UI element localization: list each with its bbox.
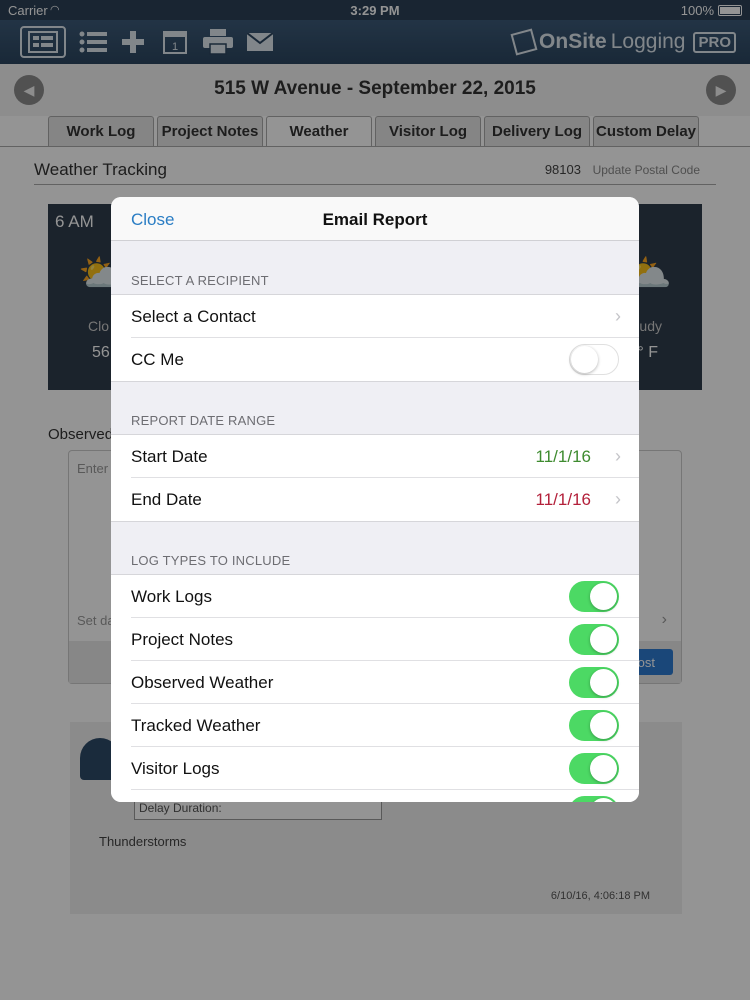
chevron-right-icon: › xyxy=(615,489,621,509)
cc-me-toggle[interactable] xyxy=(569,344,619,375)
recipient-section-header: SELECT A RECIPIENT xyxy=(131,273,269,288)
email-report-modal: Close Email Report SELECT A RECIPIENT Se… xyxy=(111,197,639,802)
log-type-row-observed-weather: Observed Weather xyxy=(131,661,639,704)
log-type-label: Observed Weather xyxy=(131,673,274,692)
log-type-label: Visitor Logs xyxy=(131,759,220,778)
toggle-knob xyxy=(590,583,617,610)
log-type-label: Project Notes xyxy=(131,630,234,649)
start-date-value: 11/1/16 xyxy=(535,447,591,466)
toggle-knob xyxy=(590,712,617,739)
log-types-section-header: LOG TYPES TO INCLUDE xyxy=(131,553,291,568)
toggle-knob xyxy=(590,626,617,653)
date-range-group: Start Date 11/1/16 › End Date 11/1/16 › xyxy=(111,434,639,522)
cc-me-label: CC Me xyxy=(131,350,184,369)
modal-title: Email Report xyxy=(322,210,428,229)
select-contact-label: Select a Contact xyxy=(131,307,256,326)
toggle-knob xyxy=(590,669,617,696)
toggle-knob xyxy=(590,798,617,802)
toggle-knob xyxy=(590,755,617,782)
date-range-section-header: REPORT DATE RANGE xyxy=(131,413,276,428)
start-date-row[interactable]: Start Date 11/1/16 › xyxy=(131,435,639,478)
recipient-group: Select a Contact › CC Me xyxy=(111,294,639,382)
select-contact-row[interactable]: Select a Contact › xyxy=(131,295,639,338)
log-type-label: Tracked Weather xyxy=(131,716,261,735)
modal-header: Close Email Report xyxy=(111,197,639,241)
next-log-type-toggle[interactable] xyxy=(569,796,619,802)
end-date-value: 11/1/16 xyxy=(535,490,591,509)
log-type-row-work-logs: Work Logs xyxy=(131,575,639,618)
log-type-row-project-notes: Project Notes xyxy=(131,618,639,661)
chevron-right-icon: › xyxy=(615,306,621,326)
chevron-right-icon: › xyxy=(615,446,621,466)
log-types-group: Work Logs Project Notes Observed Weather… xyxy=(111,574,639,802)
log-type-row-tracked-weather: Tracked Weather xyxy=(131,704,639,747)
log-type-row-partial xyxy=(131,790,639,802)
end-date-label: End Date xyxy=(131,490,202,509)
tracked-weather-toggle[interactable] xyxy=(569,710,619,741)
toggle-knob xyxy=(571,346,598,373)
log-type-label: Work Logs xyxy=(131,587,212,606)
start-date-label: Start Date xyxy=(131,447,208,466)
end-date-row[interactable]: End Date 11/1/16 › xyxy=(131,478,639,521)
log-type-row-visitor-logs: Visitor Logs xyxy=(131,747,639,790)
visitor-logs-toggle[interactable] xyxy=(569,753,619,784)
observed-weather-toggle[interactable] xyxy=(569,667,619,698)
project-notes-toggle[interactable] xyxy=(569,624,619,655)
cc-me-row: CC Me xyxy=(131,338,639,381)
work-logs-toggle[interactable] xyxy=(569,581,619,612)
